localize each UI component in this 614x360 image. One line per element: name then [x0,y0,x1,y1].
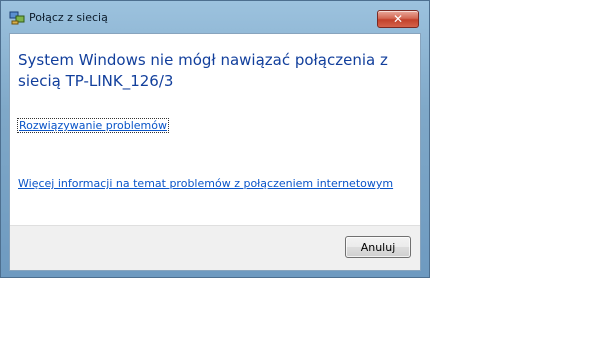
network-connection-icon [9,10,25,25]
close-icon: ✕ [392,12,404,26]
window-title: Połącz z siecią [29,11,108,24]
dialog-body: System Windows nie mógł nawiązać połącze… [9,33,421,271]
connect-dialog-window: Połącz z siecią ✕ System Windows nie móg… [0,0,430,278]
troubleshoot-link[interactable]: Rozwiązywanie problemów [17,118,170,133]
error-message: System Windows nie mógł nawiązać połącze… [18,51,388,90]
title-bar[interactable]: Połącz z siecią ✕ [1,1,429,33]
close-button[interactable]: ✕ [377,10,419,28]
cancel-button[interactable]: Anuluj [345,236,411,258]
more-info-link[interactable]: Więcej informacji na temat problemów z p… [18,177,393,190]
dialog-footer: Anuluj [10,225,420,270]
